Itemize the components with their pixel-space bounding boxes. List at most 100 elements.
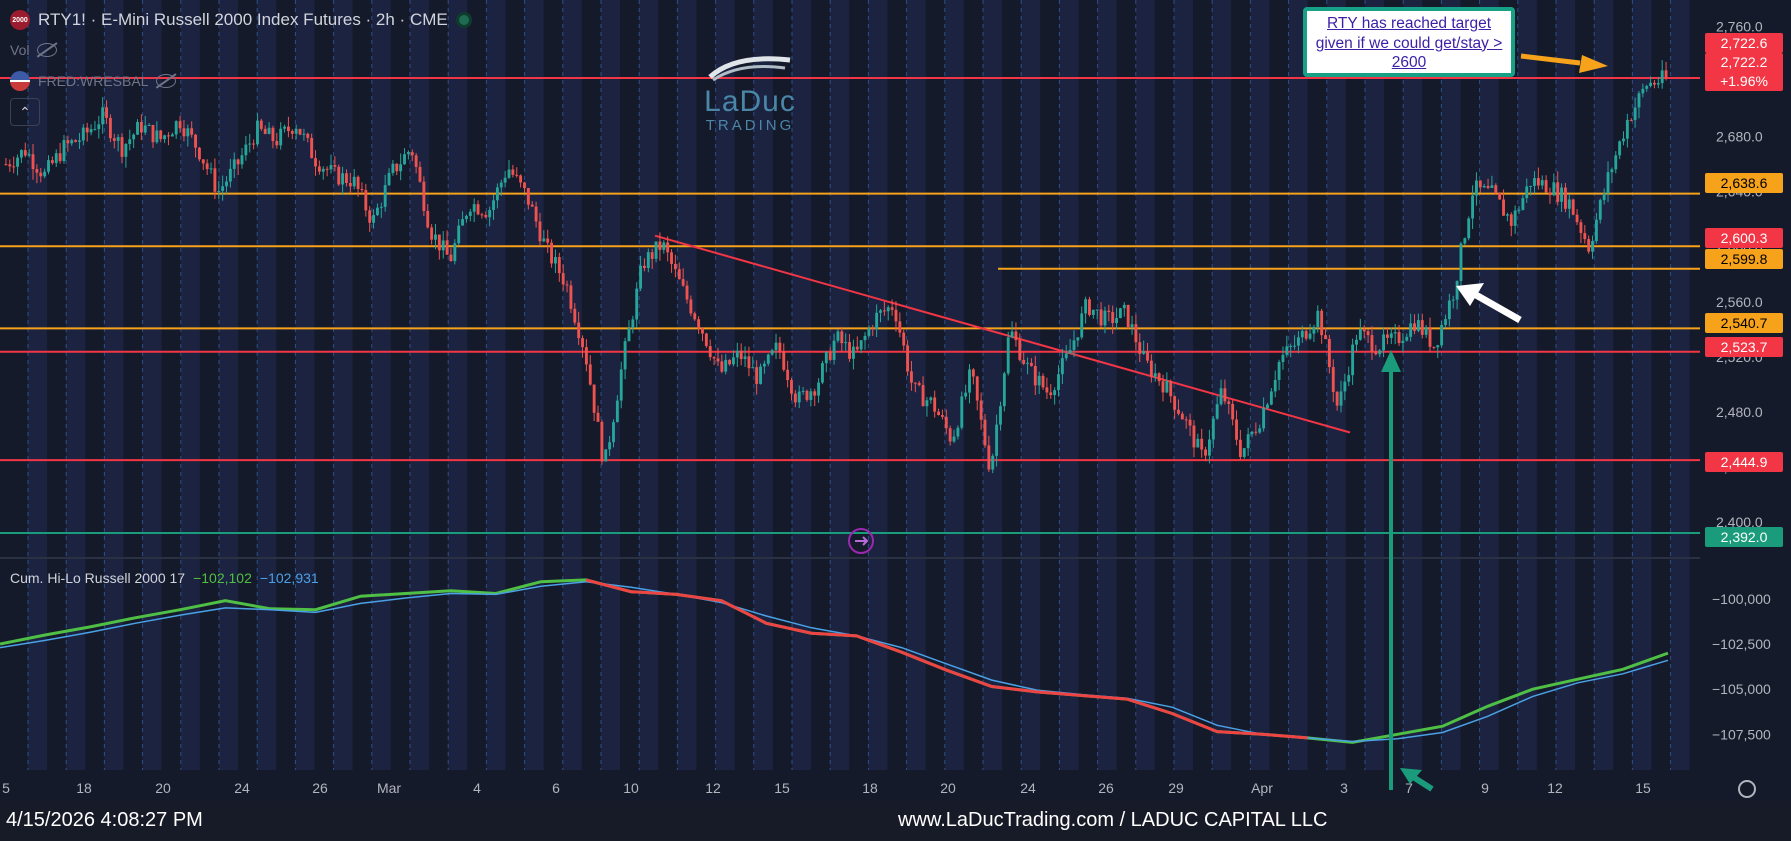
candle-body xyxy=(925,400,929,407)
candle-body xyxy=(1521,198,1525,210)
candle-body xyxy=(1118,308,1122,319)
candle-body xyxy=(1602,193,1606,201)
session-band xyxy=(333,0,353,770)
candle-body xyxy=(1211,418,1215,440)
candle-body xyxy=(422,181,426,211)
indicator-tick-label: −107,500 xyxy=(1712,726,1771,742)
chart-canvas: 2,760.02,720.02,680.02,640.02,600.02,560… xyxy=(0,0,1791,841)
session-band xyxy=(371,0,391,770)
candle-body xyxy=(468,211,472,216)
candle-body xyxy=(1312,326,1316,334)
candle-body xyxy=(1250,431,1254,435)
candle-body xyxy=(1006,337,1010,374)
symbol-header[interactable]: 2000 RTY1! · E-Mini Russell 2000 Index F… xyxy=(10,10,472,30)
target-annotation[interactable]: RTY has reached target given if we could… xyxy=(1303,7,1515,77)
candle-body xyxy=(1196,438,1200,448)
candle-body xyxy=(124,144,128,157)
candle-body xyxy=(546,238,550,243)
time-tick-label: 26 xyxy=(312,780,328,796)
candle-body xyxy=(646,252,650,269)
candle-body xyxy=(1231,403,1235,420)
candle-body xyxy=(979,400,983,420)
candle-body xyxy=(387,173,391,186)
candle-body xyxy=(414,155,418,167)
hidden-eye-icon[interactable] xyxy=(37,43,58,57)
fred-row[interactable]: FRED:WRESBAL xyxy=(10,71,177,91)
candle-body xyxy=(1204,449,1207,456)
footer-bar: 4/15/2026 4:08:27 PM www.LaDucTrading.co… xyxy=(0,801,1791,841)
session-band xyxy=(1479,0,1499,770)
price-tag: 2,599.8 xyxy=(1705,249,1783,269)
candle-body xyxy=(739,350,743,360)
price-tag: 2,722.6 xyxy=(1705,33,1783,53)
candle-body xyxy=(879,310,882,313)
chevron-up-icon: ⌃ xyxy=(19,104,31,120)
candle-body xyxy=(375,207,379,216)
time-tick-label: 15 xyxy=(1635,780,1651,796)
price-tag: 2,444.9 xyxy=(1705,452,1783,472)
candle-body xyxy=(1192,425,1196,448)
candle-body xyxy=(472,204,476,212)
candle-body xyxy=(542,238,546,242)
candle-body xyxy=(194,134,197,148)
candle-body xyxy=(492,200,495,211)
candle-body xyxy=(4,164,8,166)
candle-body xyxy=(263,128,267,134)
candle-body xyxy=(940,415,944,417)
candle-body xyxy=(507,169,511,178)
candle-body xyxy=(1444,319,1447,325)
candle-body xyxy=(863,335,867,341)
candle-body xyxy=(1258,428,1262,433)
candle-body xyxy=(913,382,917,384)
candle-body xyxy=(1068,349,1072,354)
session-band xyxy=(1021,0,1041,770)
settings-gear-icon[interactable] xyxy=(1738,780,1756,798)
session-band xyxy=(677,0,697,770)
candle-body xyxy=(1111,312,1115,324)
candle-body xyxy=(167,135,170,137)
collapse-legend-button[interactable]: ⌃ xyxy=(10,98,40,126)
candle-body xyxy=(1552,182,1556,196)
candle-body xyxy=(1122,304,1126,309)
candle-body xyxy=(701,328,704,334)
candle-body xyxy=(70,140,74,144)
candle-body xyxy=(882,310,886,312)
time-scale[interactable] xyxy=(0,770,1700,801)
candle-body xyxy=(1115,318,1118,324)
candle-body xyxy=(689,299,693,314)
candle-body xyxy=(1130,324,1134,328)
candle-body xyxy=(286,126,290,131)
candle-body xyxy=(480,214,484,216)
candle-body xyxy=(325,168,329,170)
candle-body xyxy=(379,206,383,208)
candle-body xyxy=(801,390,805,392)
candle-body xyxy=(716,358,720,362)
session-band xyxy=(1670,0,1690,770)
candle-body xyxy=(1161,381,1165,393)
candle-body xyxy=(1134,324,1138,343)
candle-body xyxy=(267,127,271,134)
candle-body xyxy=(898,321,902,333)
candle-body xyxy=(778,342,782,352)
candle-body xyxy=(132,134,136,140)
time-tick-label: Mar xyxy=(377,780,401,796)
candle-body xyxy=(1266,404,1269,409)
candle-body xyxy=(786,369,790,381)
candle-body xyxy=(1099,309,1103,326)
time-tick-label: 9 xyxy=(1481,780,1489,796)
candle-body xyxy=(921,384,925,407)
session-band xyxy=(219,0,238,770)
candle-body xyxy=(116,137,120,141)
candle-body xyxy=(16,157,19,167)
session-band xyxy=(868,0,888,770)
symbol-title[interactable]: RTY1! · E-Mini Russell 2000 Index Future… xyxy=(38,10,448,30)
session-band xyxy=(1288,0,1308,770)
candle-body xyxy=(1533,178,1536,186)
indicator-legend[interactable]: Cum. Hi-Lo Russell 2000 17 −102,102 −102… xyxy=(10,570,319,586)
fred-label: FRED:WRESBAL xyxy=(38,73,149,89)
vol-row[interactable]: Vol xyxy=(10,42,58,58)
candle-body xyxy=(844,342,848,344)
hidden-eye-icon[interactable] xyxy=(156,74,177,88)
candle-body xyxy=(612,422,615,443)
candle-body xyxy=(1254,431,1258,433)
